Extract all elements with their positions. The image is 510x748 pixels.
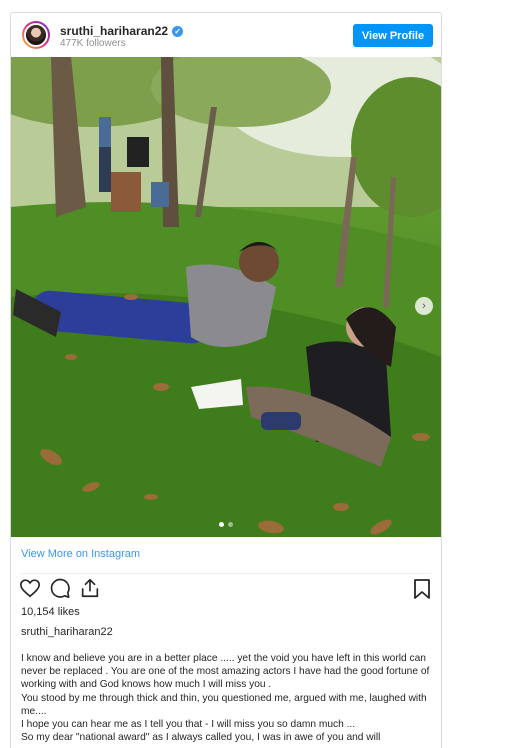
- likes-count[interactable]: 10,154 likes: [21, 606, 80, 618]
- caption-username[interactable]: sruthi_hariharan22: [21, 626, 113, 638]
- avatar-image: [24, 23, 48, 47]
- carousel-dots: [219, 522, 233, 527]
- view-more-link[interactable]: View More on Instagram: [21, 548, 140, 560]
- action-bar: [19, 577, 101, 599]
- divider: [21, 573, 431, 574]
- verified-badge-icon: ✓: [172, 25, 184, 37]
- avatar[interactable]: [22, 21, 50, 49]
- post-caption: I know and believe you are in a better p…: [21, 653, 430, 744]
- carousel-next-button[interactable]: ›: [415, 297, 433, 315]
- bookmark-icon[interactable]: [412, 578, 432, 600]
- instagram-embed-card: sruthi_hariharan22 ✓ 477K followers View…: [10, 12, 442, 748]
- heart-icon[interactable]: [19, 577, 41, 599]
- username-link[interactable]: sruthi_hariharan22: [60, 24, 168, 38]
- carousel-dot-active: [219, 522, 224, 527]
- followers-count: 477K followers: [60, 38, 126, 49]
- share-icon[interactable]: [79, 577, 101, 599]
- view-profile-button[interactable]: View Profile: [353, 24, 433, 47]
- comment-icon[interactable]: [49, 577, 71, 599]
- carousel-dot: [228, 522, 233, 527]
- username-row: sruthi_hariharan22 ✓: [60, 24, 184, 38]
- photo-illustration: [11, 57, 441, 537]
- post-header: sruthi_hariharan22 ✓ 477K followers View…: [11, 13, 441, 58]
- post-photo[interactable]: ›: [11, 57, 441, 537]
